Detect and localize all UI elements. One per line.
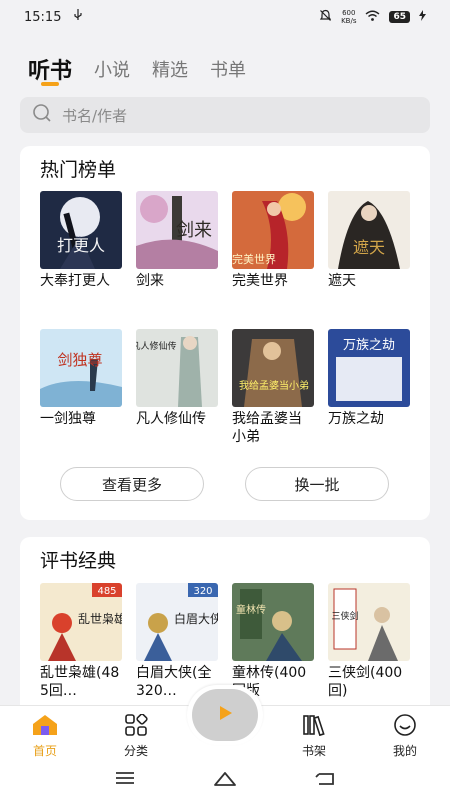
book-title: 乱世枭雄(485回…	[40, 665, 120, 699]
svg-text:乱世枭雄: 乱世枭雄	[78, 611, 122, 626]
svg-text:遮天: 遮天	[353, 238, 385, 257]
svg-text:打更人: 打更人	[57, 236, 105, 255]
book-item[interactable]: 打更人 大奉打更人	[40, 191, 122, 290]
svg-text:485: 485	[97, 586, 116, 597]
book-cover: 剑独尊	[40, 329, 122, 407]
book-item[interactable]: 完美世界 完美世界	[232, 191, 314, 290]
nav-profile[interactable]: 我的	[375, 714, 435, 759]
back-icon[interactable]	[314, 770, 336, 792]
book-item[interactable]: 485 乱世枭雄 乱世枭雄(485回…	[40, 583, 122, 700]
book-item[interactable]: 遮天 遮天	[328, 191, 410, 290]
book-cover: 485 乱世枭雄	[40, 583, 122, 661]
book-title: 遮天	[328, 273, 356, 289]
svg-text:三侠剑: 三侠剑	[331, 610, 358, 622]
search-placeholder: 书名/作者	[62, 106, 128, 125]
book-cover: 完美世界	[232, 191, 314, 269]
svg-text:320: 320	[193, 586, 212, 597]
book-title: 三侠剑(400回)	[328, 665, 403, 699]
book-title: 万族之劫	[328, 411, 384, 427]
svg-text:我给孟婆当小弟: 我给孟婆当小弟	[239, 379, 309, 392]
tab-listen[interactable]: 听书	[28, 50, 72, 86]
status-time: 15:15	[24, 9, 62, 25]
svg-text:童林传: 童林传	[236, 603, 266, 616]
book-cover: 剑来	[136, 191, 218, 269]
tab-featured[interactable]: 精选	[152, 50, 188, 82]
book-cover: 遮天	[328, 191, 410, 269]
nav-home[interactable]: 首页	[15, 714, 75, 759]
refresh-button[interactable]: 换一批	[245, 467, 389, 501]
status-bar: 15:15 600 KB/s 65	[0, 0, 450, 34]
book-item[interactable]: 凡人修仙传 凡人修仙传	[136, 329, 218, 428]
view-more-button[interactable]: 查看更多	[60, 467, 204, 501]
tab-active-indicator	[41, 82, 59, 86]
mini-player-button[interactable]	[187, 685, 263, 745]
book-item[interactable]: 320 白眉大侠 白眉大侠(全320…	[136, 583, 218, 700]
svg-text:白眉大侠: 白眉大侠	[174, 611, 218, 626]
book-item[interactable]: 剑独尊 一剑独尊	[40, 329, 122, 428]
battery-indicator: 65	[389, 11, 410, 23]
home-icon	[32, 714, 58, 739]
hot-list-card: 热门榜单 打更人 大奉打更人 剑来 剑来 完美世界 完美世界 遮天 遮天 剑独尊…	[20, 146, 430, 520]
book-title: 大奉打更人	[40, 273, 110, 289]
category-icon	[124, 713, 148, 739]
bookshelf-icon	[302, 714, 326, 739]
section-title-hot: 热门榜单	[40, 159, 117, 181]
search-input[interactable]: 书名/作者	[20, 97, 430, 133]
top-tabs: 听书 小说 精选 书单	[0, 50, 450, 90]
book-item[interactable]: 我给孟婆当小弟 我给孟婆当小弟	[232, 329, 314, 446]
nav-bookshelf[interactable]: 书架	[284, 714, 344, 759]
home-nav-icon[interactable]	[213, 770, 237, 792]
player-disc	[192, 689, 258, 741]
play-icon	[215, 703, 235, 727]
svg-text:剑来: 剑来	[176, 220, 212, 241]
book-title: 剑来	[136, 273, 164, 289]
book-item[interactable]: 童林传 童林传(400回版	[232, 583, 314, 700]
svg-text:凡人修仙传: 凡人修仙传	[136, 340, 177, 352]
mute-icon	[319, 9, 332, 25]
book-cover: 童林传	[232, 583, 314, 661]
book-title: 凡人修仙传	[136, 411, 206, 427]
nav-category[interactable]: 分类	[106, 713, 166, 759]
book-cover: 320 白眉大侠	[136, 583, 218, 661]
book-item[interactable]: 万族之劫 万族之劫	[328, 329, 410, 428]
book-cover: 凡人修仙传	[136, 329, 218, 407]
book-cover: 我给孟婆当小弟	[232, 329, 314, 407]
charging-icon	[419, 10, 426, 24]
book-cover: 三侠剑	[328, 583, 410, 661]
section-title-classic: 评书经典	[40, 550, 117, 572]
usb-icon	[73, 9, 83, 25]
profile-icon	[393, 714, 417, 739]
svg-text:剑独尊: 剑独尊	[57, 351, 102, 369]
net-speed: 600 KB/s	[341, 9, 357, 25]
system-nav-bar	[0, 762, 450, 800]
book-cover: 打更人	[40, 191, 122, 269]
book-cover: 万族之劫	[328, 329, 410, 407]
book-title: 一剑独尊	[40, 411, 96, 427]
search-icon	[32, 103, 52, 127]
book-item[interactable]: 剑来 剑来	[136, 191, 218, 290]
svg-text:万族之劫: 万族之劫	[343, 337, 395, 353]
tab-novel[interactable]: 小说	[94, 50, 130, 82]
menu-icon[interactable]	[114, 770, 136, 790]
wifi-icon	[365, 10, 380, 24]
tab-booklist[interactable]: 书单	[210, 50, 246, 82]
book-title: 我给孟婆当小弟	[232, 411, 302, 445]
book-item[interactable]: 三侠剑 三侠剑(400回)	[328, 583, 410, 700]
svg-text:完美世界: 完美世界	[232, 252, 276, 266]
book-title: 完美世界	[232, 273, 288, 289]
